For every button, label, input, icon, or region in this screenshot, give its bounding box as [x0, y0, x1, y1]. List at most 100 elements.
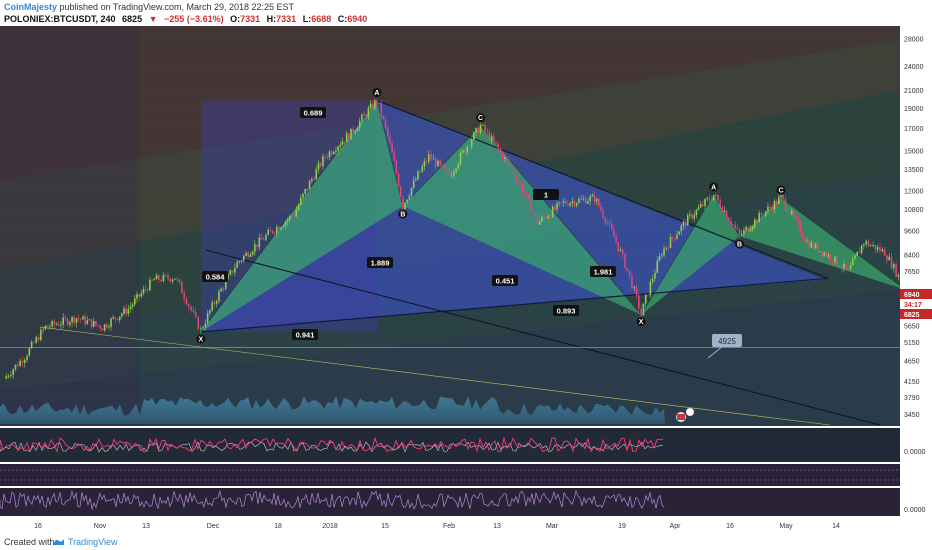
change-value: −255 (−3.61%): [164, 14, 224, 24]
candle-body: [556, 203, 558, 210]
candle-body: [663, 248, 665, 256]
candle-body: [521, 184, 524, 193]
candle-body: [84, 316, 86, 324]
candle-body: [35, 337, 38, 343]
candle-body: [105, 324, 108, 328]
candle-body: [450, 175, 453, 177]
candle-body: [893, 264, 895, 269]
price-axis[interactable]: [900, 26, 932, 426]
candle-body: [361, 114, 363, 122]
candle-body: [391, 143, 393, 153]
candle-body: [736, 227, 739, 230]
time-tick-label: 14: [832, 523, 840, 530]
candle-body: [504, 157, 506, 159]
candle-body: [271, 230, 274, 233]
candle-body: [823, 252, 825, 256]
candle-body: [326, 157, 329, 158]
candle-body: [762, 215, 765, 217]
price-tick-label: 5150: [904, 340, 920, 347]
candle-body: [740, 234, 743, 235]
pattern-point-label: A: [711, 184, 716, 191]
indicator-3-value: 0.0000: [904, 507, 926, 514]
candle-body: [202, 327, 204, 329]
chart-header: CoinMajesty published on TradingView.com…: [0, 0, 932, 26]
candle-body: [619, 249, 622, 251]
candle-body: [803, 237, 806, 242]
candle-body: [656, 260, 659, 273]
candle-body: [457, 163, 460, 169]
candle-body: [378, 102, 380, 104]
last-price: 6825: [122, 14, 143, 24]
high-label: H:: [266, 14, 277, 24]
candle-body: [715, 195, 717, 196]
high-value: 7331: [276, 14, 297, 24]
candle-body: [595, 199, 598, 202]
candle-body: [365, 114, 367, 117]
candle-body: [869, 245, 872, 247]
candle-body: [466, 146, 469, 153]
price-tick-label: 4650: [904, 358, 920, 365]
candle-body: [324, 156, 326, 158]
candle-body: [661, 255, 663, 257]
tradingview-link[interactable]: TradingView: [68, 537, 118, 547]
candle-body: [493, 136, 495, 142]
candle-body: [760, 213, 763, 216]
candle-body: [654, 272, 656, 279]
candle-body: [315, 169, 318, 180]
candle-body: [406, 199, 408, 203]
ratio-label: 1.981: [594, 268, 613, 277]
candle-body: [49, 326, 51, 328]
indicator-pane-2: [0, 464, 900, 486]
candle-body: [311, 178, 313, 182]
candle-body: [697, 207, 700, 210]
candle-body: [17, 364, 19, 367]
candle-body: [194, 311, 197, 317]
candle-body: [167, 275, 169, 279]
price-tick-label: 15000: [904, 148, 924, 155]
candle-body: [444, 165, 446, 169]
candle-body: [819, 251, 821, 252]
time-tick-label: 18: [274, 523, 282, 530]
candle-body: [468, 146, 471, 148]
price-tick-label: 4150: [904, 379, 920, 386]
candle-body: [37, 337, 40, 341]
pattern-point-label: B: [400, 211, 405, 218]
indicator-pane-3: [0, 488, 900, 516]
candle-body: [432, 158, 435, 160]
candle-body: [352, 128, 355, 133]
author-link[interactable]: CoinMajesty: [4, 2, 57, 12]
candle-body: [75, 318, 78, 323]
candle-body: [434, 158, 437, 167]
candle-body: [423, 161, 426, 167]
candle-body: [541, 217, 543, 222]
candle-body: [644, 294, 647, 304]
candle-body: [734, 224, 737, 228]
candle-body: [393, 152, 396, 161]
candle-body: [587, 201, 589, 204]
price-chart[interactable]: XABCXABCD0.6890.5841.8890.9410.4510.8931…: [0, 26, 932, 534]
candle-body: [395, 160, 398, 174]
candle-body: [204, 323, 207, 328]
candle-body: [121, 313, 123, 317]
candle-body: [843, 263, 845, 269]
candle-body: [808, 240, 810, 248]
candle-body: [738, 229, 741, 235]
candle-body: [267, 230, 269, 235]
candle-body: [295, 209, 298, 217]
pattern-point-label: X: [199, 336, 204, 343]
candle-body: [883, 249, 886, 256]
candle-body: [339, 144, 342, 147]
candle-body: [591, 194, 594, 197]
candle-body: [821, 251, 823, 256]
candle-body: [64, 317, 67, 319]
candle-body: [600, 206, 602, 211]
candle-body: [66, 318, 69, 325]
time-tick-label: Mar: [546, 523, 559, 530]
candle-body: [602, 210, 604, 218]
candle-body: [197, 316, 200, 330]
candle-body: [419, 171, 421, 173]
candle-body: [146, 289, 149, 291]
candle-body: [136, 294, 138, 299]
candle-body: [308, 181, 311, 190]
candle-body: [46, 325, 49, 327]
